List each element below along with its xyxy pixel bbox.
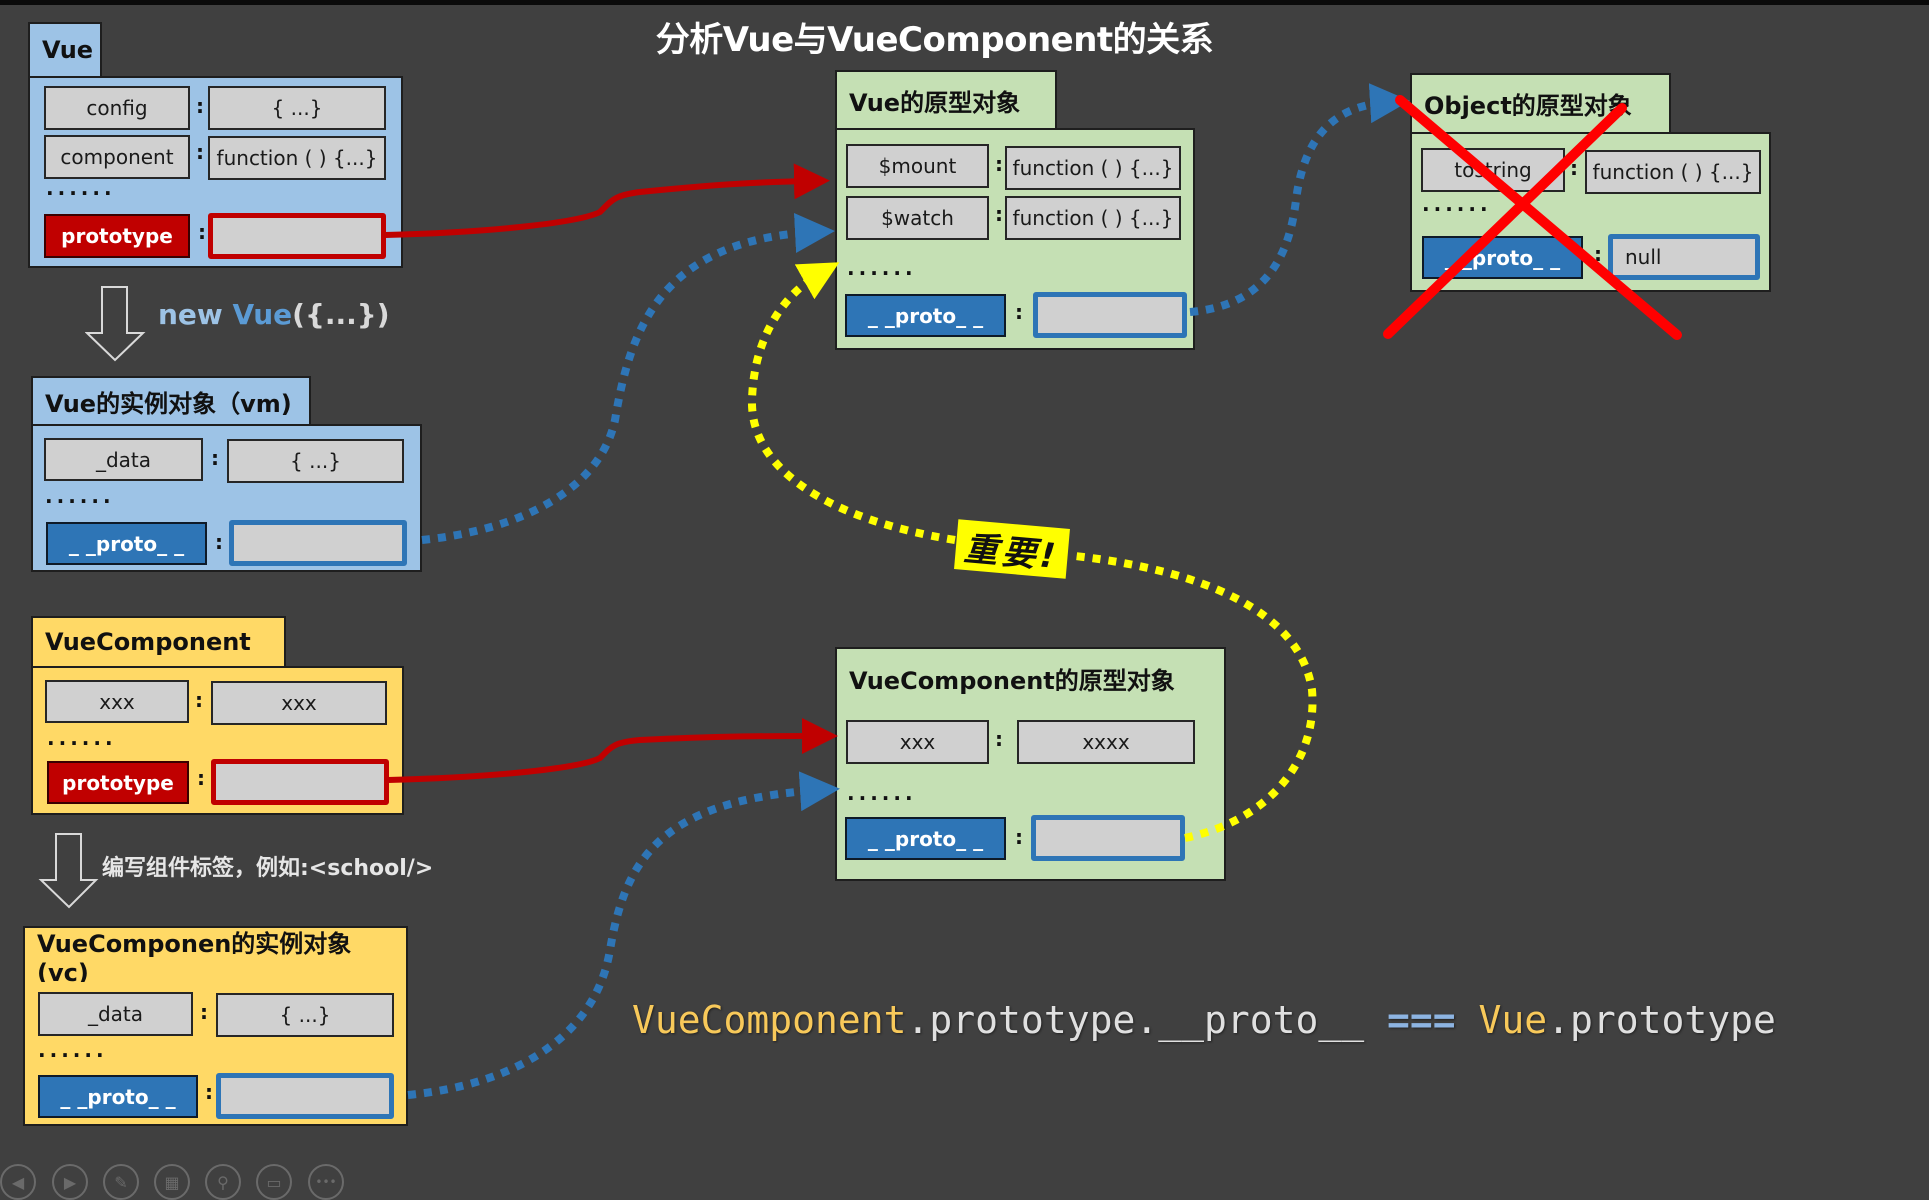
equation-proto-chain: .prototype.__proto__ <box>906 998 1387 1042</box>
equation-prototype: .prototype <box>1547 998 1776 1042</box>
pen-icon[interactable]: ✎ <box>103 1164 139 1200</box>
vue-prototype-arrow <box>384 163 830 238</box>
more-options-icon[interactable]: ••• <box>308 1164 344 1200</box>
next-slide-icon[interactable]: ▶ <box>52 1164 88 1200</box>
cross-line-1 <box>1395 95 1682 340</box>
zoom-icon[interactable]: ⚲ <box>205 1164 241 1200</box>
cross-line-2 <box>1383 103 1627 339</box>
vc-proto-arrow <box>407 771 840 1099</box>
vm-proto-arrow <box>421 213 835 544</box>
equation-vuecomponent: VueComponent <box>632 998 907 1042</box>
slides-overview-icon[interactable]: ▦ <box>154 1164 190 1200</box>
equation-operator: === <box>1386 998 1456 1042</box>
equation: VueComponent.prototype.__proto__ === Vue… <box>632 998 1776 1042</box>
previous-slide-icon[interactable]: ◀ <box>0 1164 36 1200</box>
important-label: 重要! <box>954 519 1070 579</box>
subtitles-icon[interactable]: ▭ <box>256 1164 292 1200</box>
vuecomponent-prototype-arrow <box>387 718 838 783</box>
equation-vue: Vue <box>1455 998 1548 1042</box>
vue-proto-to-object-arrow <box>1189 83 1410 316</box>
